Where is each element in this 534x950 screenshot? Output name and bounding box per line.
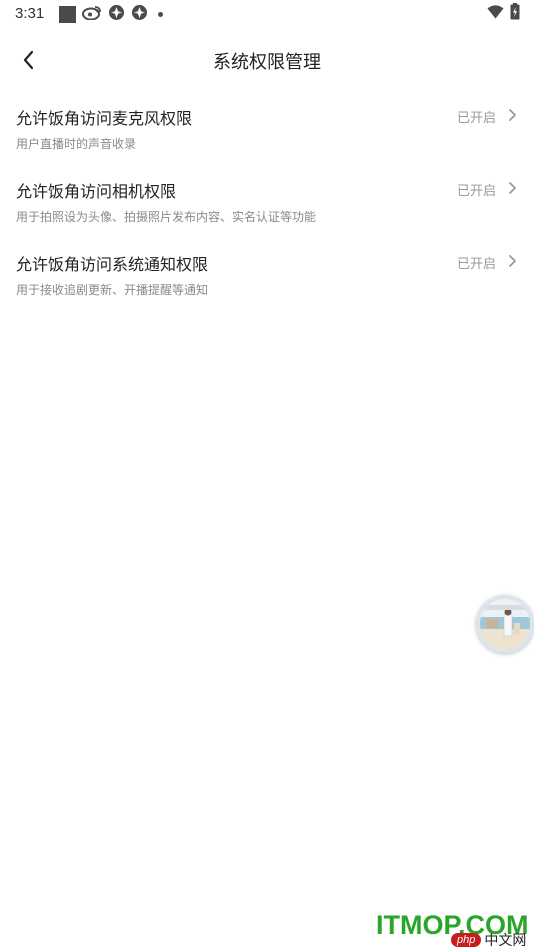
weibo-icon (82, 4, 102, 24)
watermark-sub: php 中文网 (451, 930, 526, 950)
notification-square-icon (59, 5, 76, 23)
floating-bubble-thumbnail (480, 599, 530, 649)
permission-description: 用于拍照设为头像、拍摄照片发布内容、实名认证等功能 (16, 210, 317, 224)
chevron-right-icon (509, 255, 516, 267)
app-icon (108, 4, 125, 25)
status-icons-left (59, 4, 163, 25)
page-title: 系统权限管理 (213, 52, 321, 73)
status-bar: 3:31 (0, 0, 534, 28)
permission-item-camera[interactable]: 允许饭角访问相机权限 用于拍照设为头像、拍摄照片发布内容、实名认证等功能 已开启 (0, 169, 534, 242)
chevron-right-icon (509, 109, 516, 121)
permission-list: 允许饭角访问麦克风权限 用户直播时的声音收录 已开启 允许饭角访问相机权限 用于… (0, 96, 534, 315)
permission-title: 允许饭角访问麦克风权限 (16, 109, 193, 128)
permission-status: 已开启 (456, 111, 496, 126)
page-header: 系统权限管理 (0, 36, 534, 84)
watermark-badge: php (451, 933, 482, 947)
status-icons-right (487, 2, 520, 24)
permission-item-notification[interactable]: 允许饭角访问系统通知权限 用于接收追剧更新、开播提醒等通知 已开启 (0, 242, 534, 315)
chevron-right-icon (509, 182, 516, 194)
permission-description: 用于接收追剧更新、开播提醒等通知 (16, 283, 209, 297)
permission-title: 允许饭角访问系统通知权限 (16, 255, 209, 274)
status-time: 3:31 (15, 5, 45, 22)
more-dot-icon (158, 11, 163, 17)
floating-player-bubble[interactable] (476, 595, 534, 653)
permission-status: 已开启 (456, 257, 496, 272)
wifi-icon (487, 4, 504, 23)
permission-item-microphone[interactable]: 允许饭角访问麦克风权限 用户直播时的声音收录 已开启 (0, 96, 534, 169)
app-icon (131, 4, 148, 25)
watermark-site: 中文网 (484, 932, 527, 948)
battery-charging-icon (510, 2, 520, 24)
permission-status: 已开启 (456, 184, 496, 199)
watermark: ITMOP.COM php 中文网 (376, 910, 534, 950)
permission-title: 允许饭角访问相机权限 (16, 182, 177, 201)
permission-description: 用户直播时的声音收录 (16, 137, 137, 151)
